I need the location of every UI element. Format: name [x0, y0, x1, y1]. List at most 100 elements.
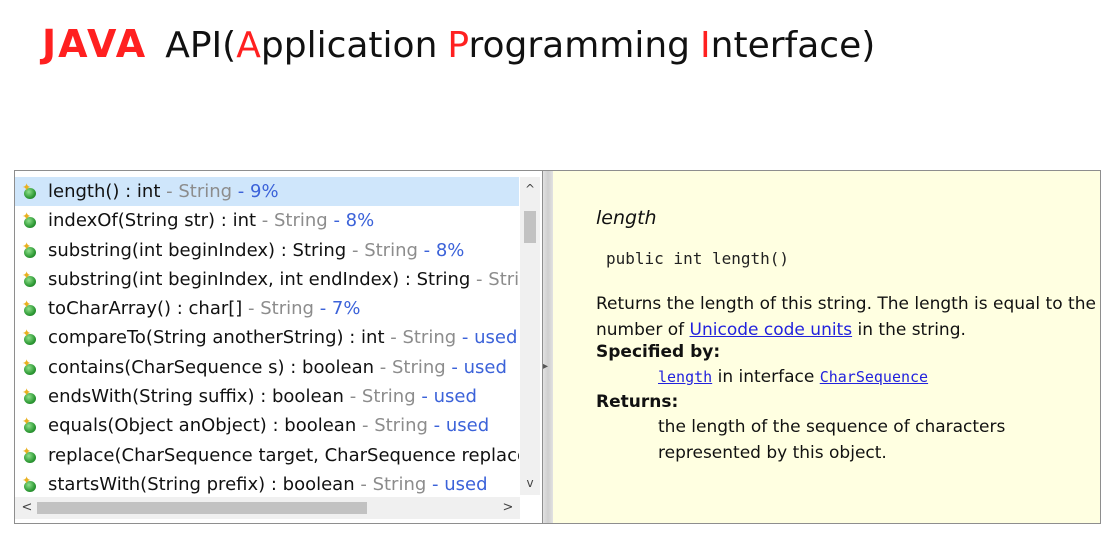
- completion-item-relevance: used: [433, 386, 477, 408]
- completion-item-method: substring(int beginIndex) : String: [48, 239, 347, 261]
- unicode-code-units-link[interactable]: Unicode code units: [690, 320, 853, 340]
- public-method-icon: ✦: [22, 475, 37, 492]
- completion-item-type: String: [372, 473, 427, 495]
- completion-item-relevance: used: [445, 415, 490, 437]
- charsequence-link[interactable]: CharSequence: [820, 368, 928, 386]
- completion-item[interactable]: ✦ startsWith(String prefix) : boolean - S…: [15, 470, 519, 495]
- completion-item[interactable]: ✦ replace(CharSequence target, CharSequen…: [15, 441, 519, 470]
- completion-item-type: String: [391, 356, 446, 378]
- public-method-icon: ✦: [22, 299, 37, 317]
- javadoc-panel: length public int length() Returns the l…: [553, 170, 1101, 524]
- completion-item-separator: -: [232, 181, 251, 202]
- completion-item-type: String: [364, 239, 418, 261]
- completion-item-type: String: [260, 298, 314, 320]
- completion-item-relevance: used: [463, 356, 507, 378]
- completion-item[interactable]: ✦ endsWith(String suffix) : boolean - Str…: [15, 382, 519, 411]
- title-word-programming: rogramming: [468, 25, 691, 66]
- completion-item-separator: -: [256, 210, 274, 232]
- completion-item-relevance: 8%: [345, 210, 375, 232]
- panel-splitter[interactable]: ▸: [543, 170, 553, 524]
- completion-item-separator: -: [445, 356, 464, 378]
- completion-item-separator: -: [313, 298, 332, 320]
- title-letter-a: A: [236, 25, 261, 66]
- completion-item-separator: -: [384, 327, 403, 349]
- completion-item-separator: -: [343, 386, 362, 408]
- completion-item-relevance: used: [474, 327, 518, 349]
- doc-description-line1: Returns the length of this string. The l…: [596, 294, 1096, 314]
- horizontal-scroll-thumb[interactable]: [37, 502, 367, 514]
- completion-item-separator: -: [427, 415, 446, 437]
- doc-description-text-end: in the string.: [852, 320, 966, 340]
- specified-by-label: Specified by:: [596, 342, 721, 362]
- completion-item-type: String: [178, 181, 233, 202]
- completion-proposals-panel: ✦ length() : int - String - 9% ✦ indexOf(St…: [14, 170, 543, 524]
- title-api-prefix: API(: [165, 25, 237, 66]
- horizontal-scrollbar[interactable]: < >: [15, 497, 520, 519]
- title-word-application: pplication: [260, 25, 438, 66]
- completion-item[interactable]: ✦ length() : int - String - 9%: [15, 177, 519, 207]
- completion-item-type: String: [374, 415, 428, 437]
- returns-line1: the length of the sequence of characters: [658, 417, 1006, 437]
- completion-item-separator: -: [346, 239, 365, 261]
- completion-item-separator: -: [242, 298, 261, 320]
- completion-item[interactable]: ✦ substring(int beginIndex) : String - St…: [15, 236, 519, 265]
- returns-line2: represented by this object.: [658, 443, 887, 463]
- public-method-icon: ✦: [22, 211, 37, 229]
- completion-item-method: startsWith(String prefix) : boolean: [48, 473, 355, 495]
- doc-description-text: number of: [596, 320, 690, 340]
- completion-item[interactable]: ✦ compareTo(String anotherString) : int -…: [15, 323, 519, 352]
- completion-item[interactable]: ✦ toCharArray() : char[] - String - 7%: [15, 294, 519, 323]
- public-method-icon: ✦: [22, 387, 37, 405]
- completion-item-method: toCharArray() : char[]: [48, 298, 243, 320]
- completion-list[interactable]: ✦ length() : int - String - 9% ✦ indexOf(St…: [15, 177, 519, 495]
- page-title: JAVA API(Application Programming Interface): [42, 14, 875, 82]
- doc-signature: public int length(): [606, 249, 790, 268]
- completion-item-separator: -: [470, 268, 489, 290]
- completion-item-separator: -: [456, 327, 475, 349]
- doc-method-name: length: [596, 207, 657, 229]
- completion-item-method: endsWith(String suffix) : boolean: [48, 386, 344, 408]
- returns-label: Returns:: [596, 392, 679, 412]
- returns-text: the length of the sequence of characters…: [658, 414, 1005, 466]
- completion-item-method: indexOf(String str) : int: [48, 210, 257, 232]
- scroll-down-arrow-icon[interactable]: v: [520, 473, 540, 493]
- public-method-icon: ✦: [22, 241, 37, 258]
- completion-item-relevance: 9%: [250, 181, 279, 202]
- completion-item-separator: -: [417, 239, 436, 261]
- completion-item[interactable]: ✦ equals(Object anObject) : boolean - Str…: [15, 411, 519, 440]
- splitter-grip-icon: ▸: [543, 361, 549, 372]
- scroll-up-arrow-icon[interactable]: ^: [520, 179, 540, 199]
- public-method-icon: ✦: [22, 446, 37, 463]
- doc-description: Returns the length of this string. The l…: [596, 291, 1100, 343]
- doc-description-line2: number of Unicode code units in the stri…: [596, 317, 1100, 343]
- completion-item-relevance: 8%: [435, 239, 465, 261]
- completion-item-relevance: used: [444, 473, 488, 495]
- completion-item-type: String: [274, 210, 328, 232]
- title-word-interface: nterface): [710, 25, 876, 66]
- completion-item[interactable]: ✦ indexOf(String str) : int - String - 8%: [15, 206, 519, 235]
- specified-by-line: length in interface CharSequence: [658, 364, 928, 390]
- title-java: JAVA: [42, 22, 148, 66]
- completion-item-type: String: [402, 327, 457, 349]
- title-letter-p: P: [447, 25, 469, 66]
- completion-item-separator: -: [327, 210, 346, 232]
- completion-item-method: length() : int: [48, 181, 161, 202]
- scroll-right-arrow-icon[interactable]: >: [498, 497, 518, 519]
- completion-item[interactable]: ✦ substring(int beginIndex, int endIndex)…: [15, 265, 519, 294]
- completion-item-separator: -: [426, 473, 445, 495]
- completion-item-type: String: [361, 386, 416, 408]
- vertical-scrollbar[interactable]: ^ v: [520, 177, 540, 495]
- scroll-left-arrow-icon[interactable]: <: [17, 497, 37, 519]
- completion-item-relevance: 7%: [331, 298, 361, 320]
- public-method-icon: ✦: [22, 328, 37, 346]
- completion-item-method: compareTo(String anotherString) : int: [48, 327, 385, 349]
- completion-item-separator: -: [356, 415, 375, 437]
- public-method-icon: ✦: [22, 182, 37, 199]
- completion-item-method: replace(CharSequence target, CharSequenc…: [48, 444, 519, 466]
- completion-item-type: String: [488, 268, 519, 290]
- completion-item-method: equals(Object anObject) : boolean: [48, 415, 357, 437]
- completion-item[interactable]: ✦ contains(CharSequence s) : boolean - St…: [15, 353, 519, 382]
- completion-item-method: substring(int beginIndex, int endIndex) …: [48, 268, 471, 290]
- vertical-scroll-thumb[interactable]: [524, 211, 536, 243]
- length-link[interactable]: length: [658, 368, 712, 386]
